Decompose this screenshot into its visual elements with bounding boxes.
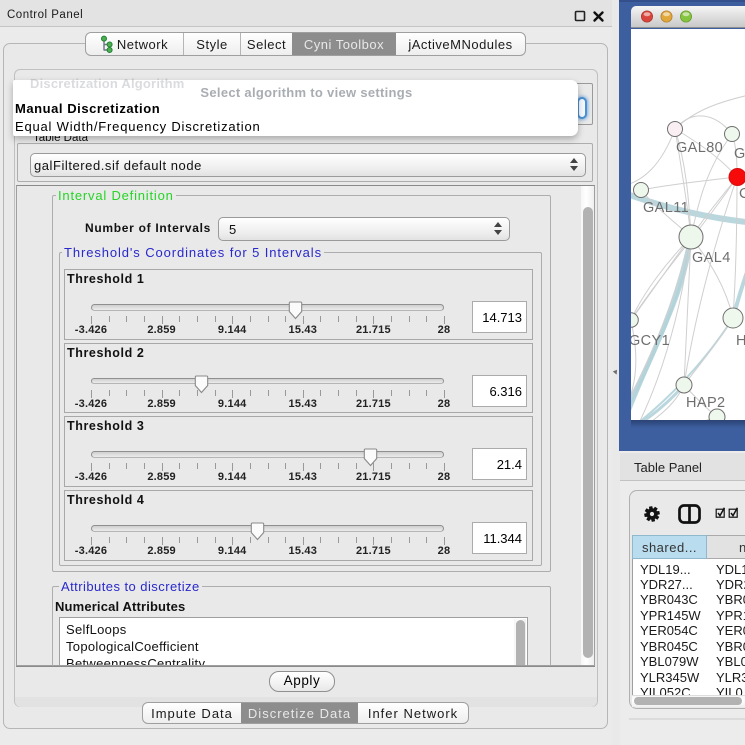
- svg-text:GA: GA: [734, 146, 745, 162]
- svg-text:GAL80: GAL80: [676, 140, 723, 156]
- svg-text:C: C: [739, 186, 745, 202]
- svg-text:GCY1: GCY1: [631, 333, 670, 349]
- svg-text:HAP2: HAP2: [686, 395, 725, 411]
- svg-text:GAL11: GAL11: [643, 200, 689, 216]
- svg-text:GAL4: GAL4: [692, 250, 731, 266]
- svg-text:HI: HI: [736, 333, 745, 349]
